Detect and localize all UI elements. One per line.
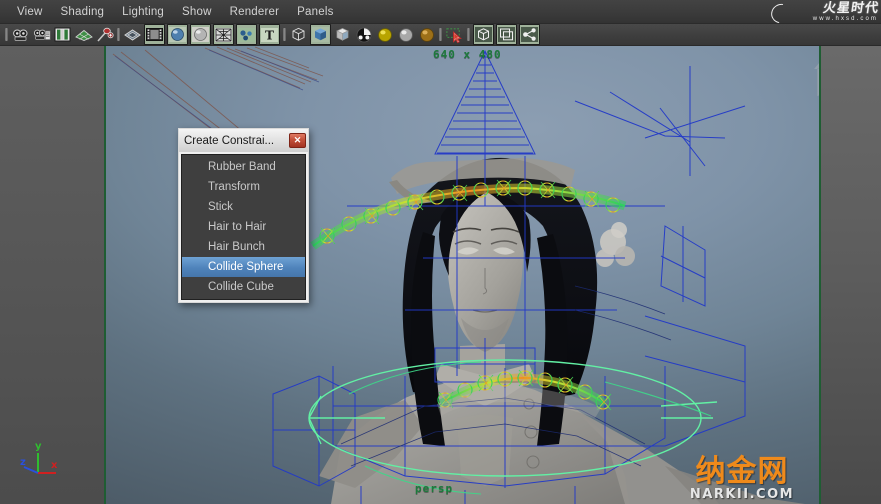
viewport-left-border xyxy=(104,46,106,504)
viewport-left-gutter xyxy=(0,46,105,504)
axis-label-z: z xyxy=(20,457,26,468)
toolbar-separator xyxy=(437,27,444,43)
toolbar-separator xyxy=(281,27,288,43)
frame-all-icon[interactable] xyxy=(496,24,517,45)
wireframe-shading-icon[interactable] xyxy=(123,25,142,44)
constraint-collide-sphere[interactable]: Collide Sphere xyxy=(182,257,305,277)
constraint-rubber-band[interactable]: Rubber Band xyxy=(182,157,305,177)
axis-label-y: y xyxy=(35,441,42,452)
brand-logo: 火星时代 www.hxsd.com xyxy=(769,1,879,24)
light-default-icon[interactable] xyxy=(375,25,394,44)
resolution-label: 640 x 480 xyxy=(433,48,502,61)
viewport-right-border xyxy=(819,46,821,504)
brand-name-cn: 火星时代 xyxy=(821,1,879,16)
menu-lighting[interactable]: Lighting xyxy=(113,4,173,20)
constraint-hair-bunch[interactable]: Hair Bunch xyxy=(182,237,305,257)
xray-mode-icon[interactable] xyxy=(289,25,308,44)
share-layout-icon[interactable] xyxy=(519,24,540,45)
wireframe-on-shaded-icon[interactable] xyxy=(213,24,234,45)
light-selected-icon[interactable] xyxy=(417,25,436,44)
smooth-shade-selected-icon[interactable] xyxy=(190,24,211,45)
marquee-select-icon[interactable] xyxy=(445,25,464,44)
image-plane-icon[interactable] xyxy=(53,25,72,44)
camera-attributes-icon[interactable] xyxy=(32,25,51,44)
constraint-stick[interactable]: Stick xyxy=(182,197,305,217)
xray-joints-icon[interactable] xyxy=(310,24,331,45)
camera-name-label: persp xyxy=(415,482,454,495)
axis-orientation-gizmo: y x z xyxy=(18,441,60,483)
viewport-right-gutter xyxy=(820,46,881,504)
grid-toggle-icon[interactable] xyxy=(74,25,93,44)
menu-show[interactable]: Show xyxy=(173,4,221,20)
light-all-icon[interactable] xyxy=(396,25,415,44)
bounding-box-shading-icon[interactable] xyxy=(144,24,165,45)
close-icon[interactable]: ✕ xyxy=(289,133,306,148)
axis-label-x: x xyxy=(51,460,58,471)
constraint-hair-to-hair[interactable]: Hair to Hair xyxy=(182,217,305,237)
constraint-type-list[interactable]: Rubber Band Transform Stick Hair to Hair… xyxy=(181,154,306,300)
dialog-title-bar[interactable]: Create Constrai... ✕ xyxy=(179,129,308,152)
toolbar-separator xyxy=(3,27,10,43)
paint-effects-icon[interactable] xyxy=(95,25,114,44)
menu-view[interactable]: View xyxy=(8,4,52,20)
select-camera-icon[interactable] xyxy=(11,25,30,44)
smooth-shade-all-icon[interactable] xyxy=(167,24,188,45)
hair-ornament xyxy=(596,222,635,267)
create-constraint-dialog[interactable]: Create Constrai... ✕ Rubber Band Transfo… xyxy=(178,128,309,303)
menu-renderer[interactable]: Renderer xyxy=(221,4,289,20)
brand-swoosh-icon xyxy=(769,1,795,24)
viewport-toolbar: T xyxy=(0,24,881,46)
menu-shading[interactable]: Shading xyxy=(52,4,114,20)
xray-text-icon[interactable]: T xyxy=(259,24,280,45)
isolate-select-icon[interactable] xyxy=(473,24,494,45)
svg-text:T: T xyxy=(265,28,274,41)
application-window: View Shading Lighting Show Renderer Pane… xyxy=(0,0,881,504)
texture-display-icon[interactable] xyxy=(236,24,257,45)
checker-shading-icon[interactable] xyxy=(354,25,373,44)
dialog-title: Create Constrai... xyxy=(184,134,275,147)
toolbar-separator xyxy=(465,27,472,43)
constraint-collide-cube[interactable]: Collide Cube xyxy=(182,277,305,297)
constraint-transform[interactable]: Transform xyxy=(182,177,305,197)
shade-options-icon[interactable] xyxy=(333,25,352,44)
toolbar-separator xyxy=(115,27,122,43)
dialog-body: Rubber Band Transform Stick Hair to Hair… xyxy=(179,152,308,302)
menu-bar: View Shading Lighting Show Renderer Pane… xyxy=(0,0,881,24)
menu-panels[interactable]: Panels xyxy=(288,4,342,20)
brand-url: www.hxsd.com xyxy=(812,16,878,22)
